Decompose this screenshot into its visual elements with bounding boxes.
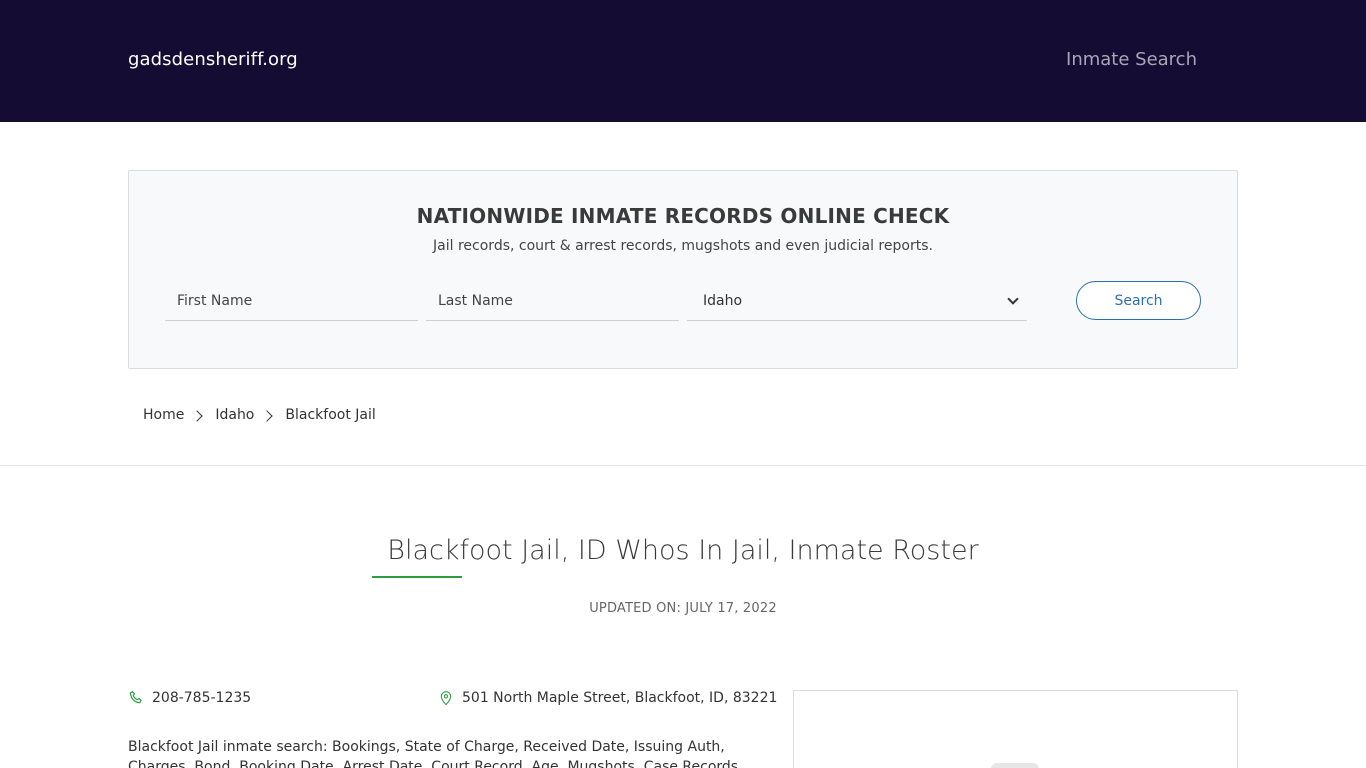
chevron-right-icon	[191, 410, 204, 422]
phone-icon	[129, 691, 142, 704]
map-placeholder-shape	[991, 763, 1039, 768]
first-name-input[interactable]	[165, 282, 418, 321]
breadcrumb: Home Idaho Blackfoot Jail	[143, 407, 376, 423]
site-brand-link[interactable]: gadsdensheriff.org	[128, 49, 298, 70]
chevron-down-icon	[1007, 293, 1019, 305]
breadcrumb-current: Blackfoot Jail	[285, 407, 376, 423]
state-select-value: Idaho	[703, 293, 743, 309]
map-pin-icon	[440, 691, 452, 706]
inmate-search-panel: NATIONWIDE INMATE RECORDS ONLINE CHECK J…	[128, 170, 1238, 369]
address-info: 501 North Maple Street, Blackfoot, ID, 8…	[438, 690, 777, 706]
breadcrumb-idaho[interactable]: Idaho	[215, 407, 254, 423]
top-navbar: gadsdensheriff.org Inmate Search	[0, 0, 1366, 122]
map-embed[interactable]	[793, 690, 1238, 768]
title-underline	[372, 576, 462, 578]
nav-inmate-search-link[interactable]: Inmate Search	[1066, 49, 1197, 70]
address-text: 501 North Maple Street, Blackfoot, ID, 8…	[462, 690, 778, 706]
page-title: Blackfoot Jail, ID Whos In Jail, Inmate …	[387, 535, 979, 566]
search-button[interactable]: Search	[1076, 281, 1201, 320]
jail-description: Blackfoot Jail inmate search: Bookings, …	[128, 739, 739, 768]
search-panel-title: NATIONWIDE INMATE RECORDS ONLINE CHECK	[416, 204, 950, 228]
chevron-right-icon	[261, 410, 274, 422]
phone-number-link[interactable]: 208-785-1235	[152, 690, 251, 706]
search-panel-subtitle: Jail records, court & arrest records, mu…	[433, 238, 933, 254]
breadcrumb-home[interactable]: Home	[143, 407, 184, 423]
updated-date: UPDATED ON: JULY 17, 2022	[589, 601, 777, 616]
section-divider	[0, 465, 1366, 466]
state-select[interactable]: Idaho	[687, 282, 1027, 321]
last-name-input[interactable]	[426, 282, 679, 321]
phone-info: 208-785-1235	[128, 690, 251, 706]
